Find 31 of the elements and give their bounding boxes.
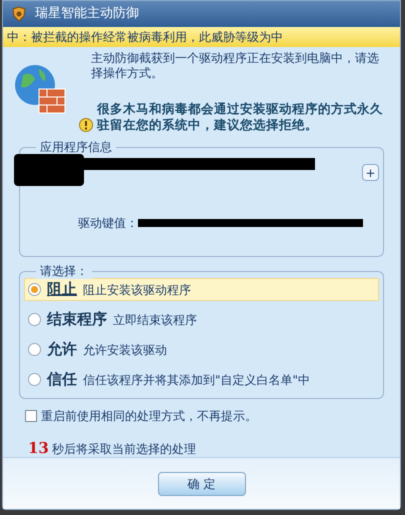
countdown-seconds: 13 <box>28 439 49 457</box>
choice-option[interactable]: 信任 信任该程序并将其添加到"自定义白名单"中 <box>24 368 379 391</box>
shield-icon <box>11 6 27 22</box>
option-label: 阻止 <box>47 279 77 300</box>
warning-text: 很多木马和病毒都会通过安装驱动程序的方式永久驻留在您的系统中，建议您选择拒绝。 <box>97 101 384 133</box>
option-description: 允许安装该驱动 <box>83 342 167 358</box>
checkbox[interactable] <box>25 410 37 422</box>
group-title: 应用程序信息 <box>36 139 116 155</box>
option-description: 信任该程序并将其添加到"自定义白名单"中 <box>83 372 310 388</box>
radio-icon <box>28 283 41 296</box>
option-label: 结束程序 <box>47 309 107 330</box>
ok-button[interactable]: 确 定 <box>158 472 246 496</box>
group-title: 请选择： <box>36 263 92 279</box>
countdown-text: 秒后将采取当前选择的处理 <box>52 441 196 457</box>
choice-option[interactable]: 阻止 阻止安装该驱动程序 <box>24 278 379 301</box>
radio-icon <box>28 313 41 326</box>
driver-key-label: 驱动键值： <box>78 215 138 232</box>
threat-banner: 中：被拦截的操作经常被病毒利用，此威胁等级为中 <box>3 27 400 47</box>
option-description: 阻止安装该驱动程序 <box>83 282 191 298</box>
option-label: 允许 <box>47 339 77 360</box>
message-text: 主动防御截获到一个驱动程序正在安装到电脑中，请选择操作方式。 <box>90 51 380 81</box>
choice-option[interactable]: 允许 允许安装该驱动 <box>24 338 379 361</box>
window-title: 瑞星智能主动防御 <box>35 5 139 24</box>
radio-icon <box>28 373 41 386</box>
expand-button[interactable]: + <box>362 164 379 181</box>
radio-icon <box>28 343 41 356</box>
option-label: 信任 <box>47 369 77 390</box>
checkbox-label: 重启前使用相同的处理方式，不再提示。 <box>41 408 257 425</box>
choice-option[interactable]: 结束程序 立即结束该程序 <box>24 308 379 331</box>
option-description: 立即结束该程序 <box>113 312 197 328</box>
warning-icon <box>79 118 93 132</box>
